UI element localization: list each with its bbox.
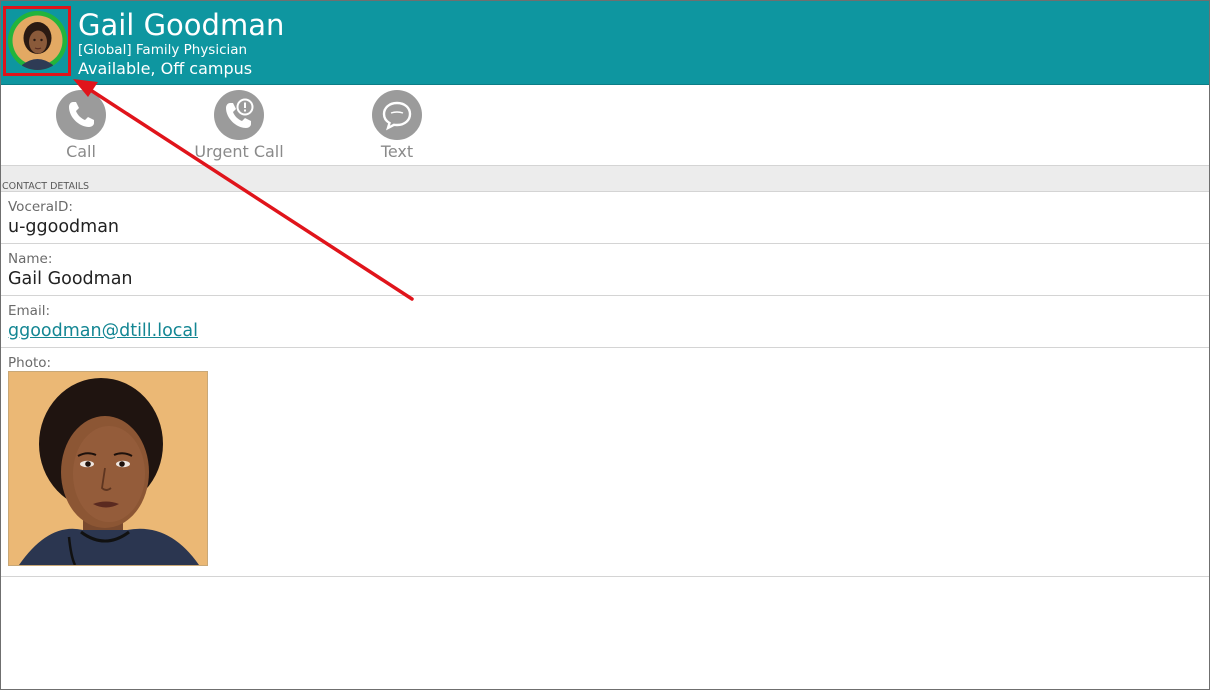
contact-role: [Global] Family Physician xyxy=(78,42,248,58)
contact-status: Available, Off campus xyxy=(78,59,253,78)
field-photo: Photo: xyxy=(1,348,1209,577)
avatar-highlight-box xyxy=(3,6,71,76)
field-label: Photo: xyxy=(8,355,52,371)
field-label: VoceraID: xyxy=(8,199,73,215)
text-label: Text xyxy=(380,142,414,161)
urgent-phone-icon xyxy=(214,90,264,140)
call-label: Call xyxy=(66,142,96,161)
field-label: Email: xyxy=(8,303,51,319)
contact-header: Gail Goodman [Global] Family Physician A… xyxy=(1,1,1209,85)
section-title: CONTACT DETAILS xyxy=(2,181,90,192)
contact-detail-window: Gail Goodman [Global] Family Physician A… xyxy=(0,0,1210,690)
urgent-call-button[interactable]: Urgent Call xyxy=(169,85,309,164)
field-label: Name: xyxy=(8,251,53,267)
field-email: Email: ggoodman@dtill.local xyxy=(1,296,1209,348)
call-button[interactable]: Call xyxy=(11,85,151,164)
contact-photo xyxy=(8,371,208,566)
field-value: Gail Goodman xyxy=(8,269,133,289)
contact-name: Gail Goodman xyxy=(78,8,285,42)
field-value: u-ggoodman xyxy=(8,217,120,237)
phone-icon xyxy=(56,90,106,140)
field-name: Name: Gail Goodman xyxy=(1,244,1209,296)
chat-bubble-icon xyxy=(372,90,422,140)
action-bar: Call Urgent Call Text xyxy=(1,85,1209,164)
contact-details-section-header: CONTACT DETAILS xyxy=(1,165,1209,192)
text-button[interactable]: Text xyxy=(327,85,467,164)
field-vocera-id: VoceraID: u-ggoodman xyxy=(1,192,1209,244)
email-link[interactable]: ggoodman@dtill.local xyxy=(8,320,198,342)
urgent-call-label: Urgent Call xyxy=(194,142,284,161)
